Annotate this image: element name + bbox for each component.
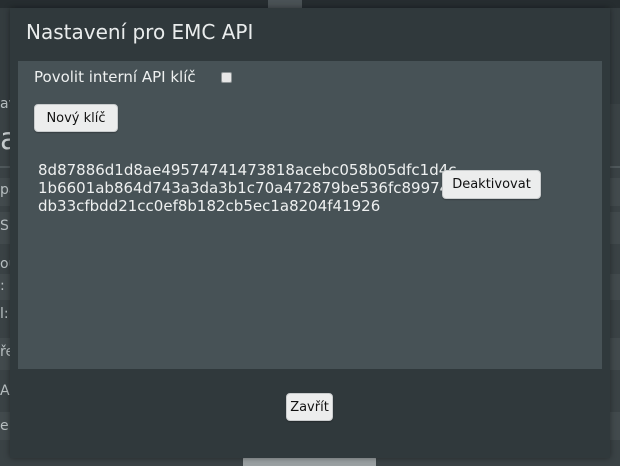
api-key-line: 8d87886d1d8ae49574741473818acebc058b05df… (38, 161, 457, 179)
new-key-button[interactable]: Nový klíč (34, 104, 118, 132)
background-text: l: (0, 306, 9, 322)
internal-key-row: Povolit interní API klíč (34, 68, 232, 86)
api-key-value: 8d87886d1d8ae49574741473818acebc058b05df… (38, 161, 459, 215)
background-text: : (0, 278, 5, 294)
emc-api-settings-dialog: Nastavení pro EMC API Povolit interní AP… (10, 8, 610, 458)
close-button[interactable]: Zavřít (286, 393, 333, 421)
dialog-body: Povolit interní API klíč Nový klíč 8d878… (18, 61, 602, 369)
dialog-title: Nastavení pro EMC API (26, 20, 254, 44)
background-text: e (0, 418, 9, 434)
api-key-line: 1b6601ab864d743a3da3b1c70a472879be536fc8… (38, 179, 459, 197)
background-text: S (0, 218, 9, 234)
internal-key-checkbox[interactable] (220, 71, 232, 83)
background-tab (268, 0, 302, 8)
api-key-line: db33cfbdd21cc0ef8b182cb5ec1a8204f41926 (38, 197, 381, 215)
deactivate-button[interactable]: Deaktivovat (442, 170, 541, 199)
background-topbar (0, 0, 620, 8)
internal-key-label: Povolit interní API klíč (34, 68, 196, 86)
